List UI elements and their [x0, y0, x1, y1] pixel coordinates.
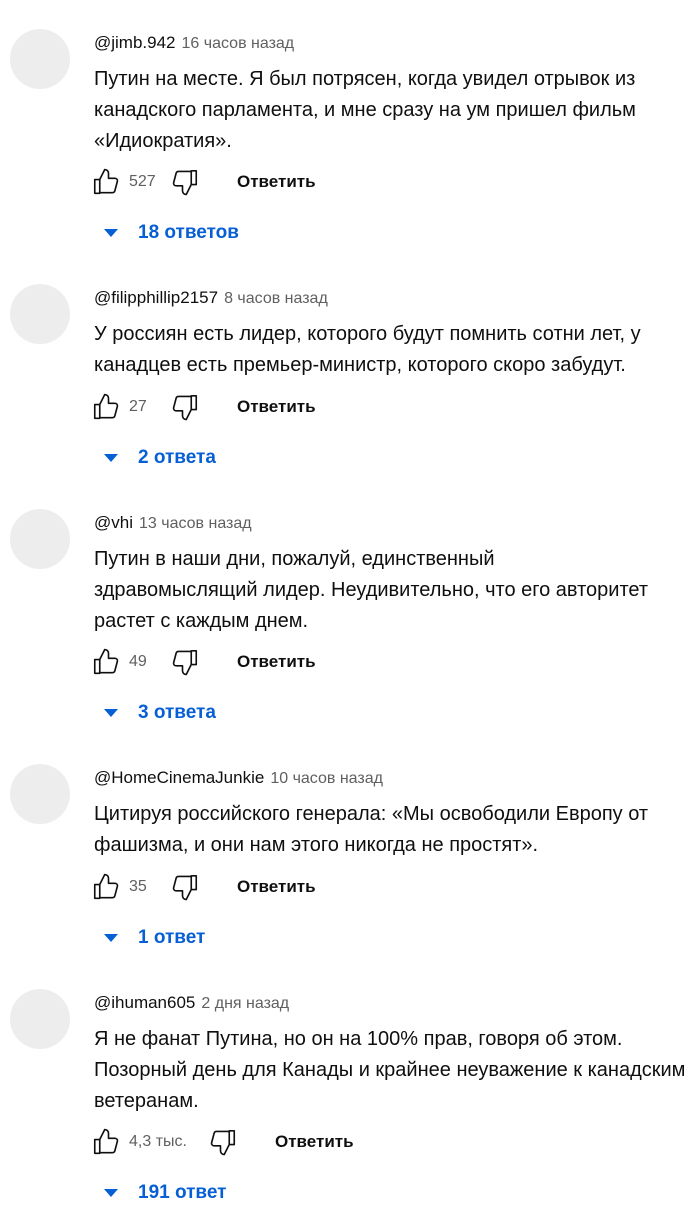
comment-author[interactable]: @ihuman605	[94, 993, 195, 1012]
comment-text: Цитируя российского генерала: «Мы освобо…	[94, 803, 649, 856]
reply-button[interactable]: Ответить	[237, 397, 316, 417]
reply-button[interactable]: Ответить	[237, 652, 316, 672]
thumbs-down-icon	[172, 169, 198, 196]
comment-author[interactable]: @filipphillip2157	[94, 288, 218, 307]
caret-down-icon	[104, 934, 118, 942]
comment-time[interactable]: 10 часов назад	[270, 770, 383, 787]
thumbs-up-icon	[93, 168, 119, 195]
comment-actions: 27 Ответить	[90, 389, 316, 425]
caret-down-icon	[104, 709, 118, 717]
caret-down-icon	[104, 1189, 118, 1197]
comment-body: @HomeCinemaJunkie 10 часов назад Цитируя …	[94, 765, 694, 861]
thumbs-up-icon	[93, 873, 119, 900]
comment-author[interactable]: @vhi	[94, 513, 133, 532]
thumbs-up-icon	[93, 1128, 119, 1155]
thumbs-down-icon	[172, 874, 198, 901]
caret-down-icon	[104, 454, 118, 462]
dislike-button[interactable]	[169, 166, 201, 198]
comment-header: @HomeCinemaJunkie 10 часов назад	[94, 765, 694, 791]
like-button[interactable]	[90, 646, 122, 678]
view-replies-button[interactable]: 2 ответа	[104, 443, 216, 473]
like-count: 527	[129, 173, 156, 190]
view-replies-button[interactable]: 191 ответ	[104, 1178, 226, 1208]
comment-header: @filipphillip2157 8 часов назад	[94, 285, 694, 311]
comment-body: @filipphillip2157 8 часов назад У россиян…	[94, 285, 694, 381]
comment-body: @jimb.942 16 часов назад Путин на месте. …	[94, 30, 694, 157]
comment-actions: 527 Ответить	[90, 164, 316, 200]
avatar[interactable]	[10, 989, 70, 1049]
comment-actions: 35 Ответить	[90, 869, 316, 905]
reply-button[interactable]: Ответить	[237, 877, 316, 897]
dislike-button[interactable]	[169, 391, 201, 423]
avatar[interactable]	[10, 764, 70, 824]
comment-author[interactable]: @HomeCinemaJunkie	[94, 768, 264, 787]
comment-body: @vhi 13 часов назад Путин в наши дни, пож…	[94, 510, 694, 637]
comment-actions: 4,3 тыс. Ответить	[90, 1124, 354, 1160]
comment-header: @vhi 13 часов назад	[94, 510, 694, 536]
comment-time[interactable]: 13 часов назад	[139, 515, 252, 532]
dislike-button[interactable]	[169, 871, 201, 903]
like-button[interactable]	[90, 166, 122, 198]
reply-button[interactable]: Ответить	[237, 172, 316, 192]
comment-text: У россиян есть лидер, которого будут пом…	[94, 323, 641, 376]
like-count: 35	[129, 878, 147, 895]
thumbs-down-icon	[172, 394, 198, 421]
comment-time[interactable]: 16 часов назад	[182, 35, 295, 52]
comments-list: @jimb.942 16 часов назад Путин на месте. …	[0, 0, 700, 1218]
thumbs-down-icon	[172, 649, 198, 676]
view-replies-button[interactable]: 3 ответа	[104, 698, 216, 728]
comment-text: Путин на месте. Я был потрясен, когда ув…	[94, 68, 636, 152]
avatar[interactable]	[10, 509, 70, 569]
like-button[interactable]	[90, 871, 122, 903]
thumbs-up-icon	[93, 648, 119, 675]
comment-time[interactable]: 8 часов назад	[224, 290, 328, 307]
replies-count-label: 3 ответа	[138, 702, 216, 723]
thumbs-up-icon	[93, 393, 119, 420]
like-count: 27	[129, 398, 147, 415]
comment-body: @ihuman605 2 дня назад Я не фанат Путина,…	[94, 990, 694, 1117]
comment-author[interactable]: @jimb.942	[94, 33, 176, 52]
reply-button[interactable]: Ответить	[275, 1132, 354, 1152]
replies-count-label: 191 ответ	[138, 1182, 227, 1203]
caret-down-icon	[104, 229, 118, 237]
view-replies-button[interactable]: 18 ответов	[104, 218, 239, 248]
comment-text: Путин в наши дни, пожалуй, единственный …	[94, 548, 649, 632]
avatar[interactable]	[10, 284, 70, 344]
comment-text: Я не фанат Путина, но он на 100% прав, г…	[94, 1028, 686, 1112]
replies-count-label: 1 ответ	[138, 927, 206, 948]
comment-header: @ihuman605 2 дня назад	[94, 990, 694, 1016]
dislike-button[interactable]	[207, 1126, 239, 1158]
thumbs-down-icon	[210, 1129, 236, 1156]
like-count: 49	[129, 653, 147, 670]
avatar[interactable]	[10, 29, 70, 89]
comment-time[interactable]: 2 дня назад	[201, 995, 289, 1012]
replies-count-label: 2 ответа	[138, 447, 216, 468]
view-replies-button[interactable]: 1 ответ	[104, 923, 205, 953]
like-button[interactable]	[90, 391, 122, 423]
comment-actions: 49 Ответить	[90, 644, 316, 680]
like-button[interactable]	[90, 1126, 122, 1158]
like-count: 4,3 тыс.	[129, 1133, 187, 1150]
dislike-button[interactable]	[169, 646, 201, 678]
replies-count-label: 18 ответов	[138, 222, 239, 243]
comment-header: @jimb.942 16 часов назад	[94, 30, 694, 56]
